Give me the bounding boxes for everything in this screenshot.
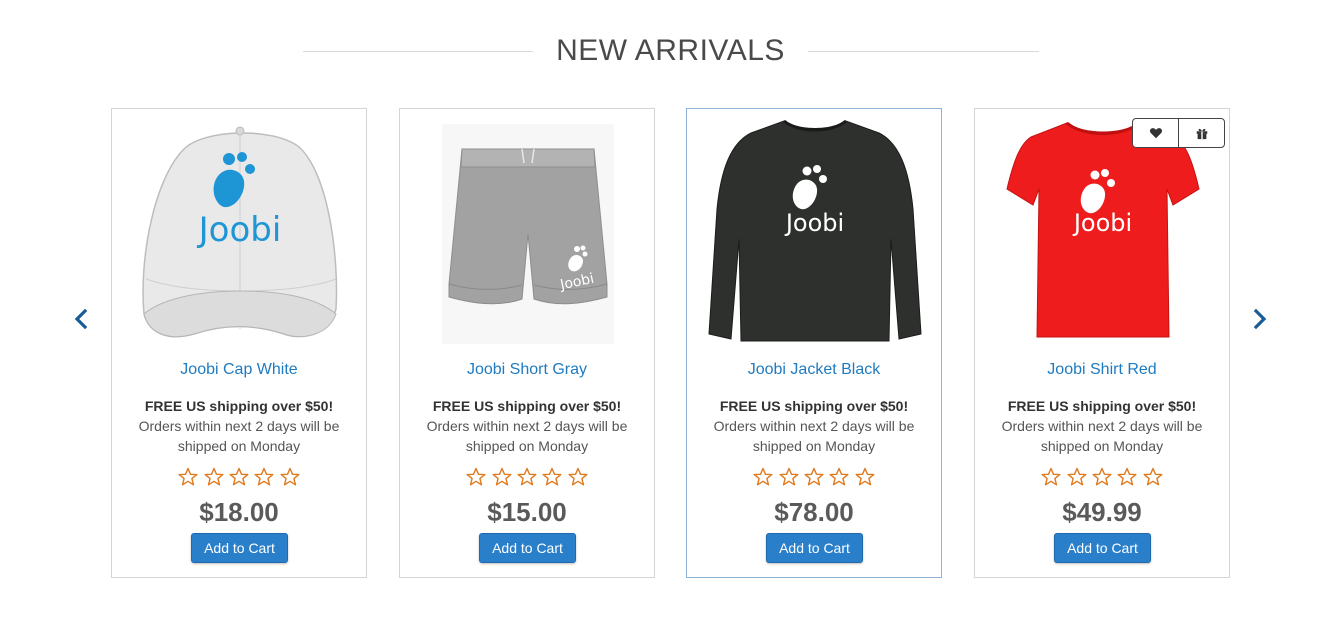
star-icon[interactable]	[1067, 467, 1087, 487]
star-icon[interactable]	[178, 467, 198, 487]
star-icon[interactable]	[254, 467, 274, 487]
shipping-title: FREE US shipping over $50!	[719, 398, 909, 414]
heading-divider-right	[808, 51, 1039, 52]
shipping-title: FREE US shipping over $50!	[432, 398, 622, 414]
star-icon[interactable]	[568, 467, 588, 487]
svg-text:Joobi: Joobi	[784, 209, 844, 237]
carousel-next-button[interactable]	[1246, 306, 1272, 332]
product-price: $49.99	[1062, 497, 1142, 527]
section-title: NEW ARRIVALS	[556, 34, 785, 67]
svg-text:Joobi: Joobi	[197, 210, 282, 250]
product-card[interactable]: Joobi Joobi Jacket Black FREE US shippin…	[686, 108, 942, 578]
cap-product-image[interactable]: Joobi	[124, 119, 356, 349]
star-icon[interactable]	[855, 467, 875, 487]
section-heading: NEW ARRIVALS	[0, 28, 1333, 76]
product-card[interactable]: Joobi Joobi Short Gray FREE US shipping …	[399, 108, 655, 578]
star-rating[interactable]	[687, 467, 941, 491]
star-icon[interactable]	[492, 467, 512, 487]
star-icon[interactable]	[829, 467, 849, 487]
shipping-title: FREE US shipping over $50!	[144, 398, 334, 414]
gift-icon	[1196, 128, 1207, 140]
product-card[interactable]: Joobi Joobi Cap White FREE US shipping o…	[111, 108, 367, 578]
shipping-note: Orders within next 2 days will be shippe…	[426, 418, 628, 454]
new-arrivals-section: NEW ARRIVALS Joobi Joobi Cap White FREE …	[0, 0, 1333, 619]
heart-icon	[1149, 128, 1162, 139]
shorts-product-image[interactable]: Joobi	[412, 119, 644, 349]
star-icon[interactable]	[517, 467, 537, 487]
add-to-cart-button[interactable]: Add to Cart	[1054, 533, 1151, 563]
star-icon[interactable]	[542, 467, 562, 487]
star-icon[interactable]	[1041, 467, 1061, 487]
shipping-title: FREE US shipping over $50!	[1007, 398, 1197, 414]
svg-text:Joobi: Joobi	[1072, 209, 1132, 237]
star-icon[interactable]	[229, 467, 249, 487]
star-icon[interactable]	[804, 467, 824, 487]
long-sleeve-product-image[interactable]: Joobi	[699, 119, 931, 349]
star-icon[interactable]	[1143, 467, 1163, 487]
add-to-cart-button[interactable]: Add to Cart	[479, 533, 576, 563]
star-icon[interactable]	[1117, 467, 1137, 487]
product-name-link[interactable]: Joobi Cap White	[112, 361, 366, 379]
add-to-cart-button[interactable]: Add to Cart	[191, 533, 288, 563]
shipping-note: Orders within next 2 days will be shippe…	[138, 418, 340, 454]
shipping-note: Orders within next 2 days will be shippe…	[713, 418, 915, 454]
star-icon[interactable]	[466, 467, 486, 487]
hover-action-group	[1132, 118, 1225, 148]
product-name-link[interactable]: Joobi Jacket Black	[687, 361, 941, 379]
carousel-prev-button[interactable]	[69, 306, 95, 332]
star-rating[interactable]	[400, 467, 654, 491]
add-to-cart-button[interactable]: Add to Cart	[766, 533, 863, 563]
product-price: $15.00	[487, 497, 567, 527]
star-rating[interactable]	[112, 467, 366, 491]
star-icon[interactable]	[753, 467, 773, 487]
product-name-link[interactable]: Joobi Short Gray	[400, 361, 654, 379]
chevron-right-icon	[1253, 308, 1267, 330]
shipping-note: Orders within next 2 days will be shippe…	[1001, 418, 1203, 454]
star-icon[interactable]	[779, 467, 799, 487]
star-icon[interactable]	[280, 467, 300, 487]
product-price: $18.00	[199, 497, 279, 527]
chevron-left-icon	[74, 308, 88, 330]
heading-divider-left	[303, 51, 533, 52]
star-rating[interactable]	[975, 467, 1229, 491]
gift-button[interactable]	[1178, 119, 1224, 147]
tshirt-product-image[interactable]: Joobi	[987, 119, 1219, 349]
product-card[interactable]: Joobi Joobi Shirt Red FREE US shipping o…	[974, 108, 1230, 578]
wishlist-button[interactable]	[1133, 119, 1178, 147]
product-price: $78.00	[774, 497, 854, 527]
star-icon[interactable]	[1092, 467, 1112, 487]
product-name-link[interactable]: Joobi Shirt Red	[975, 361, 1229, 379]
star-icon[interactable]	[204, 467, 224, 487]
